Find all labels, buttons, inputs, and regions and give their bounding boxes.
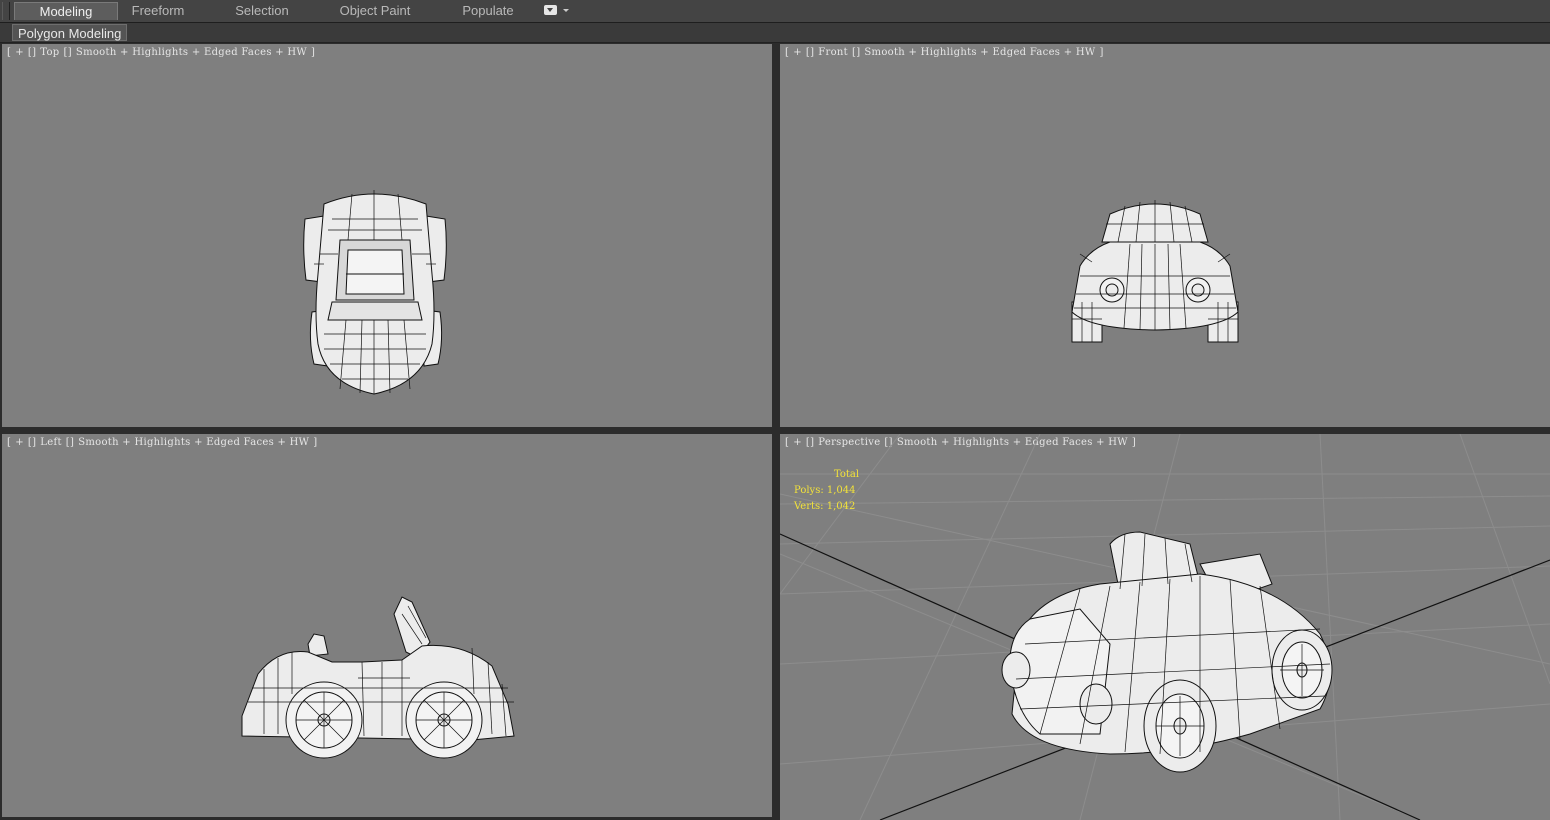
viewport-left[interactable]: [+[] Left[] Smooth + Highlights + Edged Fa… xyxy=(2,434,772,817)
tab-object-paint[interactable]: Object Paint xyxy=(330,2,420,20)
car-model-perspective-view[interactable] xyxy=(780,434,1550,820)
ribbon-panel-bar: Polygon Modeling xyxy=(0,23,1550,43)
tab-modeling[interactable]: Modeling xyxy=(14,2,118,20)
ribbon-grip[interactable] xyxy=(2,2,10,20)
stats-verts: Verts: 1,042 xyxy=(794,501,856,512)
tab-selection[interactable]: Selection xyxy=(222,2,302,20)
car-model-front-view[interactable] xyxy=(780,44,1550,427)
tab-freeform[interactable]: Freeform xyxy=(118,2,198,20)
polygon-modeling-panel-tab[interactable]: Polygon Modeling xyxy=(12,24,128,41)
tab-populate[interactable]: Populate xyxy=(448,2,528,20)
viewport-top[interactable]: [+[] Top[] Smooth + Highlights + Edged Fac… xyxy=(2,44,772,427)
statistics-overlay: Total Polys: 1,044 Verts: 1,042 xyxy=(794,467,859,515)
viewport-perspective[interactable]: [+[] Perspective[] Smooth + Highlights + E… xyxy=(780,434,1550,820)
ribbon-options-icon[interactable] xyxy=(544,5,570,17)
viewport-front[interactable]: [+[] Front[] Smooth + Highlights + Edged F… xyxy=(780,44,1550,427)
car-model-top-view[interactable] xyxy=(2,44,772,427)
ribbon-bar: Modeling Freeform Selection Object Paint… xyxy=(0,0,1550,23)
stats-polys: Polys: 1,044 xyxy=(794,485,856,496)
car-model-left-view[interactable] xyxy=(2,434,772,817)
stats-title: Total xyxy=(834,469,860,480)
